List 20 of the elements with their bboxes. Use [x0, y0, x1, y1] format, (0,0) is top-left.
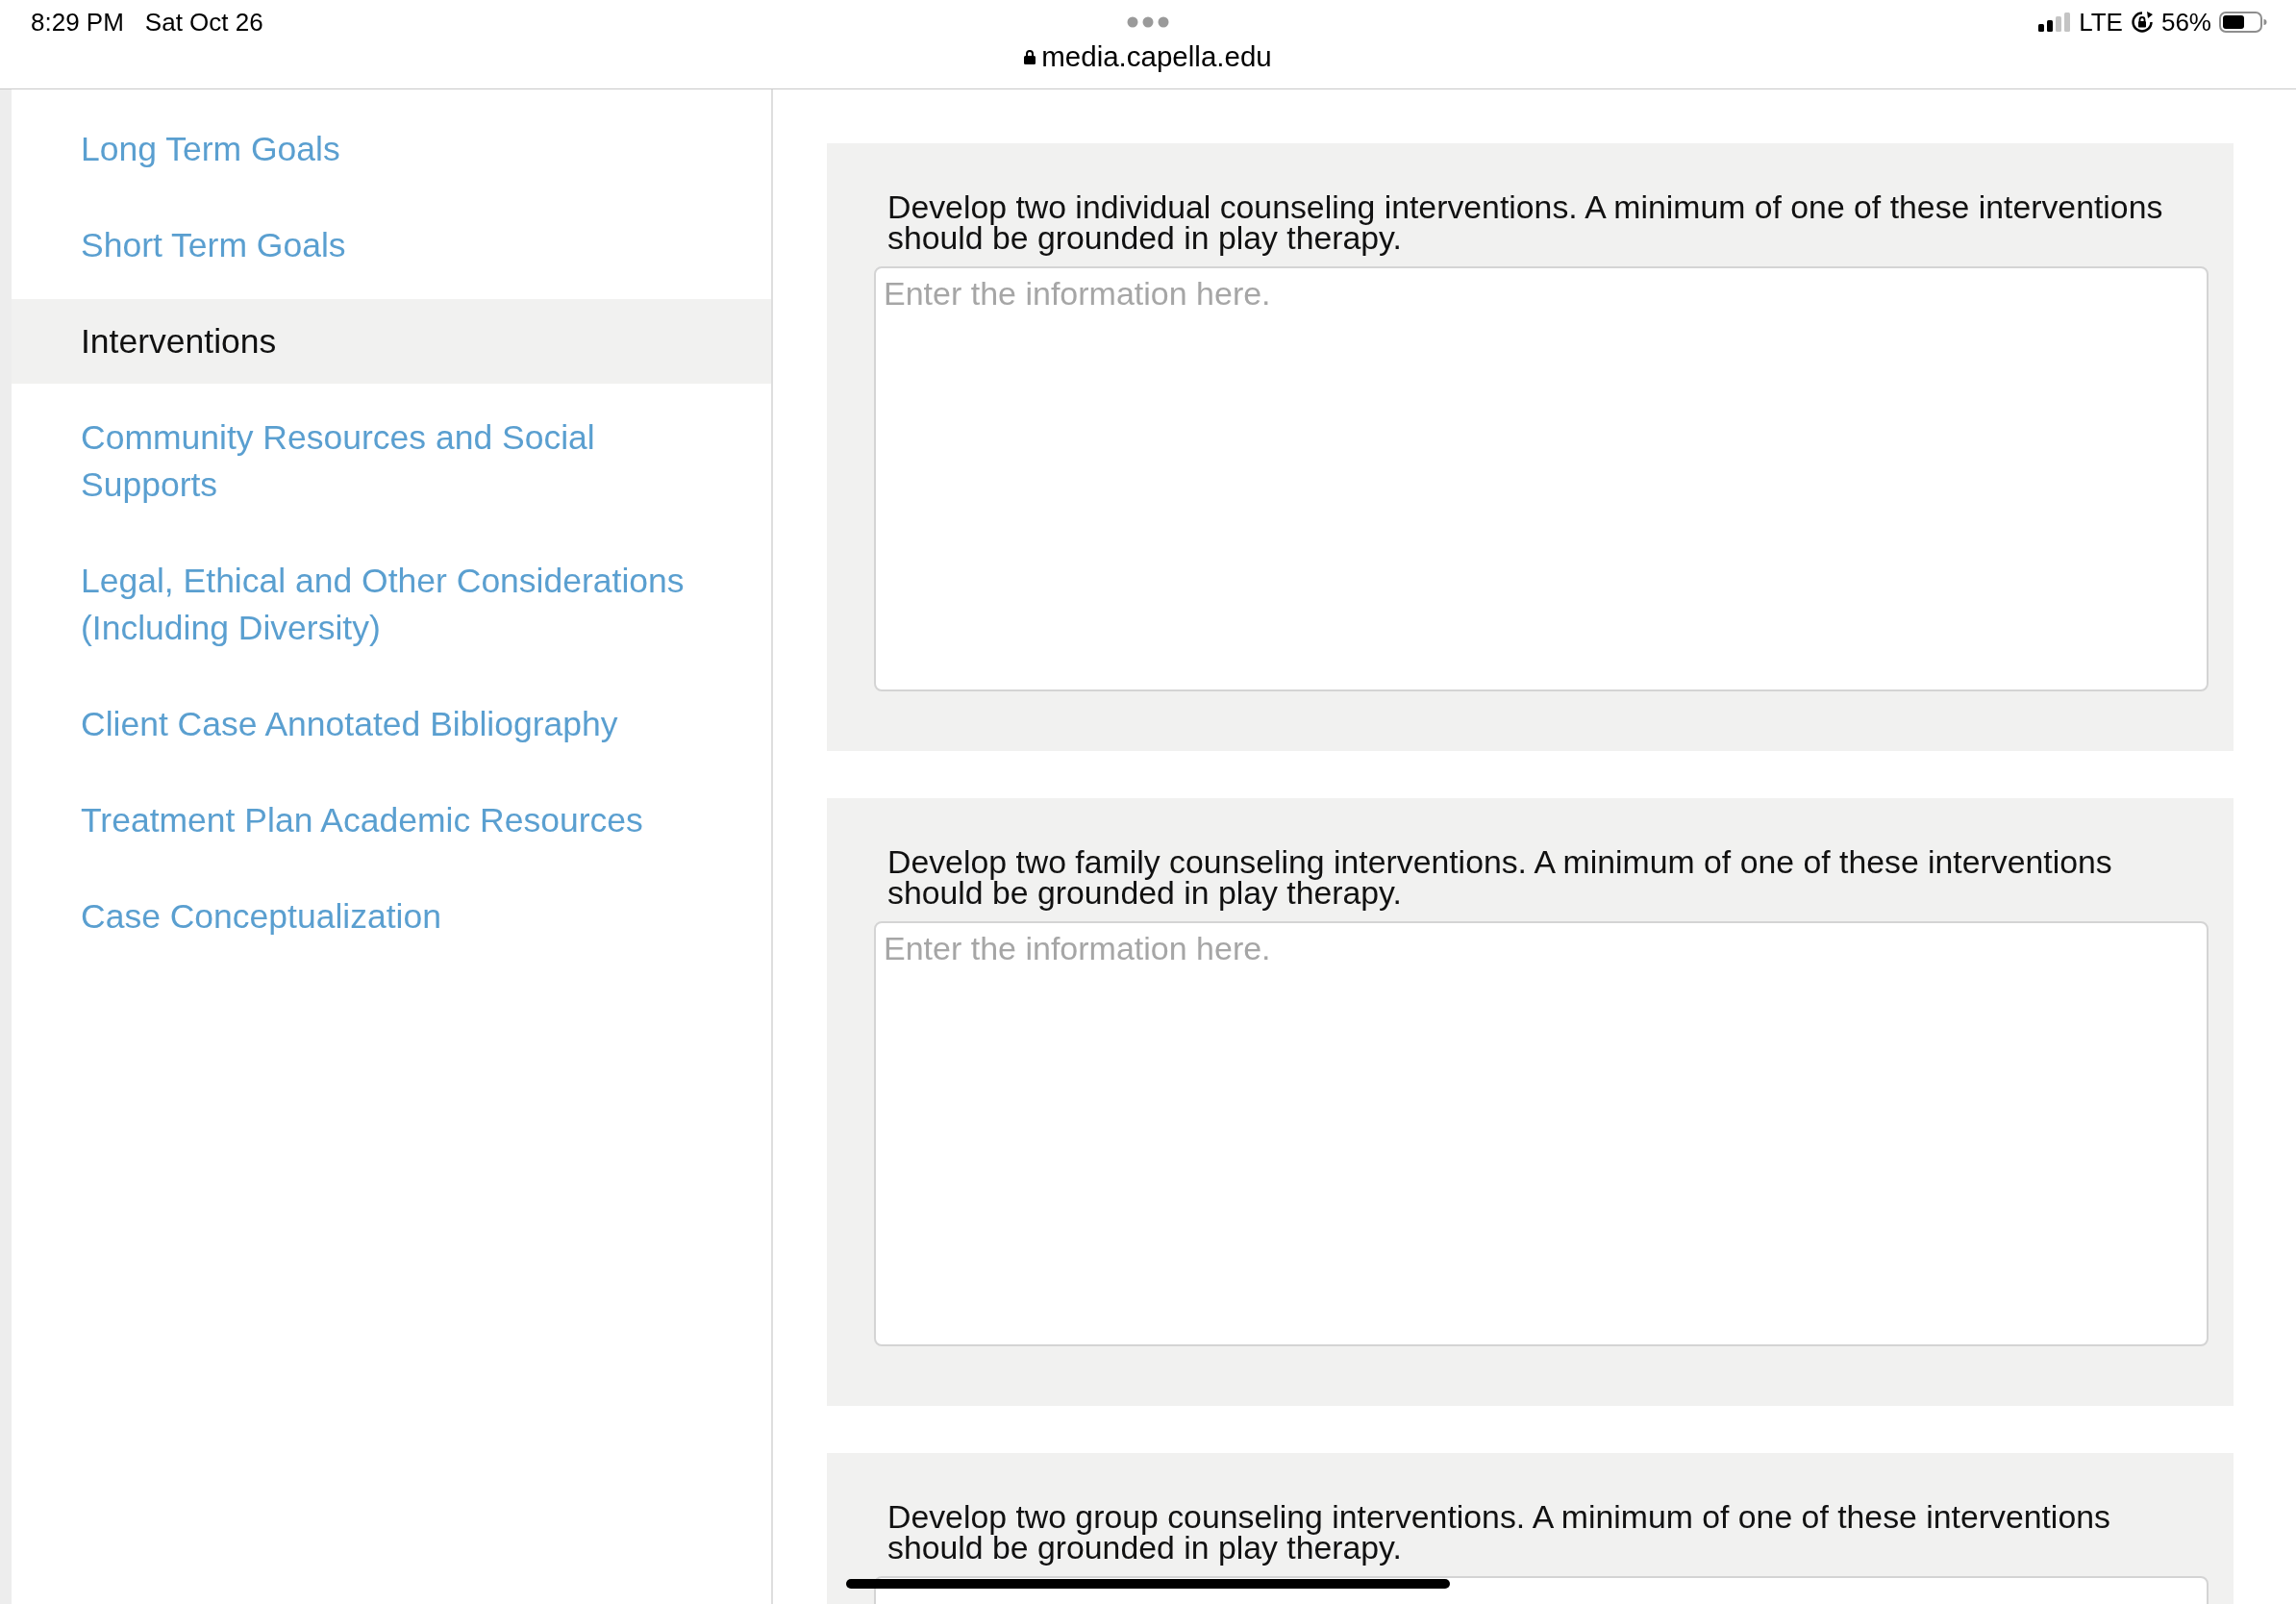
lock-icon — [1024, 49, 1036, 64]
battery-icon — [2219, 12, 2267, 33]
dots-icon[interactable] — [1127, 16, 1169, 28]
address-url[interactable]: media.capella.edu — [1041, 40, 1272, 73]
signal-icon — [2038, 13, 2072, 32]
sidebar-link[interactable]: Treatment Plan Academic Resources — [12, 778, 771, 863]
sidebar-link[interactable]: Case Conceptualization — [12, 874, 771, 959]
status-date: Sat Oct 26 — [144, 8, 263, 37]
battery-percent: 56% — [2160, 8, 2211, 37]
answer-field[interactable]: Enter the information here. — [874, 921, 2209, 1346]
sidebar-link[interactable]: Client Case Annotated Bibliography — [12, 682, 771, 766]
answer-field[interactable]: Enter the information here. — [874, 266, 2209, 691]
sidebar-link[interactable]: Legal, Ethical and Other Considerations (Including Diversity) — [12, 539, 771, 670]
status-time: 8:29 PM — [31, 8, 124, 37]
sidebar-link[interactable]: Long Term Goals — [12, 107, 771, 191]
network-label: LTE — [2079, 8, 2123, 37]
rotation-lock-icon — [2130, 11, 2154, 34]
sidebar-link[interactable]: Community Resources and Social Supports — [12, 395, 771, 527]
sidebar-link[interactable]: Short Term Goals — [12, 203, 771, 288]
sidebar-link[interactable]: Interventions — [12, 299, 771, 384]
